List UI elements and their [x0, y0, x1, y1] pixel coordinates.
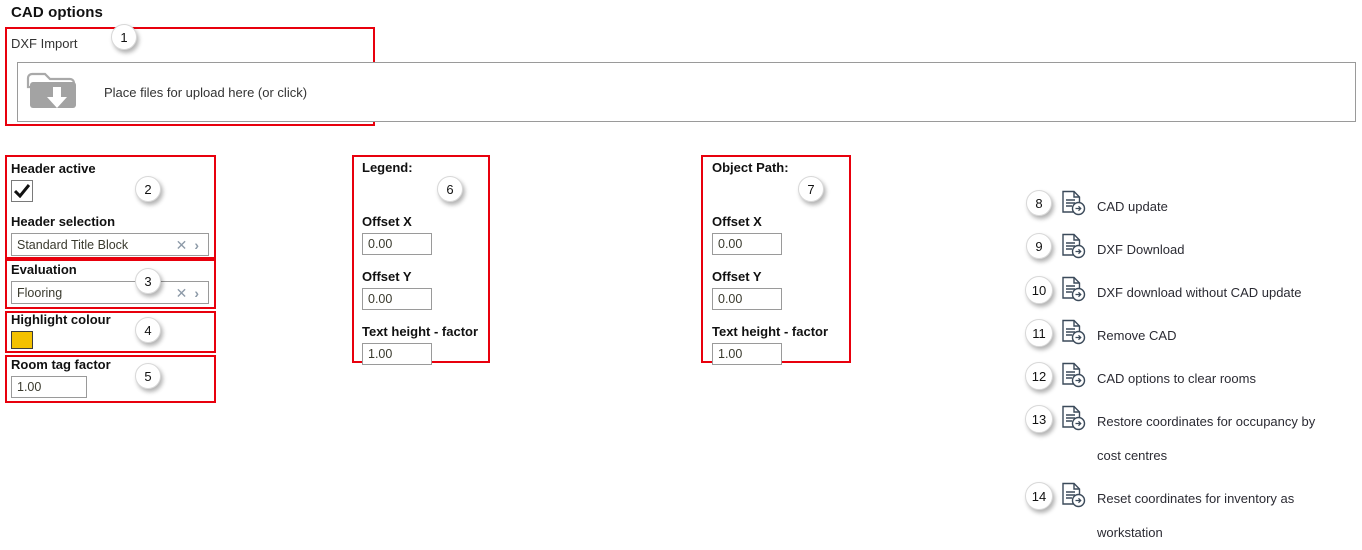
room-tag-factor-panel: Room tag factor 1.00 [11, 356, 209, 398]
legend-group: Legend: Offset X 0.00 Offset Y 0.00 Text… [362, 160, 487, 365]
action-item-remove-cad[interactable]: 11 Remove CAD [1025, 319, 1362, 362]
clear-x-icon[interactable]: ✕ [176, 238, 195, 252]
action-label: Remove CAD [1097, 328, 1177, 343]
annotation-badge-3: 3 [135, 268, 161, 294]
object-path-offset-x-input[interactable]: 0.00 [712, 233, 782, 255]
badge-number: 13 [1025, 405, 1053, 433]
annotation-badge-5: 5 [135, 363, 161, 389]
badge-number: 11 [1025, 319, 1053, 347]
clear-x-icon[interactable]: ✕ [176, 286, 195, 300]
action-label: Restore coordinates for occupancy by cos… [1097, 414, 1316, 463]
evaluation-select[interactable]: Flooring ✕ › [11, 281, 209, 304]
evaluation-label: Evaluation [11, 262, 77, 277]
badge-number: 14 [1025, 482, 1053, 510]
highlight-colour-label: Highlight colour [11, 312, 111, 327]
action-item-dxf-download-no-update[interactable]: 10 DXF download without CAD update [1025, 276, 1362, 319]
document-action-icon [1060, 319, 1086, 345]
annotation-badge-9: 9 [1026, 233, 1060, 261]
legend-text-height-label: Text height - factor [362, 324, 479, 339]
header-selection-select[interactable]: Standard Title Block ✕ › [11, 233, 209, 256]
annotation-badge-6: 6 [437, 176, 463, 202]
annotation-badge-4: 4 [135, 317, 161, 343]
document-action-icon [1060, 190, 1086, 216]
legend-offset-y-label: Offset Y [362, 269, 412, 284]
cad-actions-list: 8 CAD update 9 DXF Download 10 DXF downl… [1025, 190, 1362, 550]
legend-text-height-input[interactable]: 1.00 [362, 343, 432, 365]
highlight-colour-panel: Highlight colour [11, 311, 209, 349]
header-active-label: Header active [11, 161, 96, 176]
checkmark-icon [14, 184, 30, 198]
object-path-text-height-label: Text height - factor [712, 324, 829, 339]
chevron-right-icon[interactable]: › [194, 238, 208, 252]
annotation-badge-1: 1 [111, 24, 137, 50]
document-action-icon [1060, 233, 1086, 259]
annotation-badge-11: 11 [1025, 319, 1060, 347]
header-selection-label: Header selection [11, 214, 116, 229]
badge-number: 9 [1026, 233, 1052, 259]
document-action-icon [1060, 362, 1086, 388]
header-active-checkbox[interactable] [11, 180, 33, 202]
annotation-badge-7: 7 [798, 176, 824, 202]
chevron-right-icon[interactable]: › [194, 286, 208, 300]
action-item-reset-coordinates[interactable]: 14 Reset coordinates for inventory as wo… [1025, 482, 1362, 550]
document-action-icon [1060, 482, 1086, 508]
dxf-dropzone[interactable]: Place files for upload here (or click) [17, 62, 1356, 122]
header-panel: Header active Header selection Standard … [11, 160, 209, 256]
object-path-offset-y-input[interactable]: 0.00 [712, 288, 782, 310]
object-path-text-height-input[interactable]: 1.00 [712, 343, 782, 365]
annotation-badge-2: 2 [135, 176, 161, 202]
action-label: DXF Download [1097, 242, 1185, 257]
action-label: DXF download without CAD update [1097, 285, 1302, 300]
legend-offset-x-label: Offset X [362, 214, 412, 229]
action-label: Reset coordinates for inventory as works… [1097, 491, 1295, 540]
badge-number: 10 [1025, 276, 1053, 304]
object-path-offset-x-label: Offset X [712, 214, 762, 229]
page-title: CAD options [11, 4, 103, 21]
action-item-restore-coordinates[interactable]: 13 Restore coordinates for occupancy by … [1025, 405, 1362, 482]
header-selection-value: Standard Title Block [17, 237, 129, 252]
action-item-cad-update[interactable]: 8 CAD update [1026, 190, 1362, 233]
action-item-dxf-download[interactable]: 9 DXF Download [1026, 233, 1362, 276]
action-label: CAD options to clear rooms [1097, 371, 1256, 386]
dxf-dropzone-text: Place files for upload here (or click) [104, 84, 308, 100]
annotation-badge-12: 12 [1025, 362, 1060, 390]
annotation-badge-10: 10 [1025, 276, 1060, 304]
annotation-badge-8: 8 [1026, 190, 1060, 218]
badge-number: 8 [1026, 190, 1052, 216]
badge-number: 12 [1025, 362, 1053, 390]
colour-swatch[interactable] [11, 331, 33, 349]
room-tag-factor-input[interactable]: 1.00 [11, 376, 87, 398]
evaluation-panel: Evaluation Flooring ✕ › [11, 261, 209, 304]
document-action-icon [1060, 276, 1086, 302]
room-tag-factor-label: Room tag factor [11, 357, 111, 372]
annotation-badge-13: 13 [1025, 405, 1060, 433]
annotation-badge-14: 14 [1025, 482, 1060, 510]
action-item-clear-rooms[interactable]: 12 CAD options to clear rooms [1025, 362, 1362, 405]
object-path-offset-y-label: Offset Y [712, 269, 762, 284]
legend-title: Legend: [362, 160, 413, 175]
dxf-import-label: DXF Import [11, 36, 78, 51]
object-path-title: Object Path: [712, 160, 789, 175]
legend-offset-y-input[interactable]: 0.00 [362, 288, 432, 310]
folder-download-icon [24, 70, 82, 114]
legend-offset-x-input[interactable]: 0.00 [362, 233, 432, 255]
action-label: CAD update [1097, 199, 1168, 214]
